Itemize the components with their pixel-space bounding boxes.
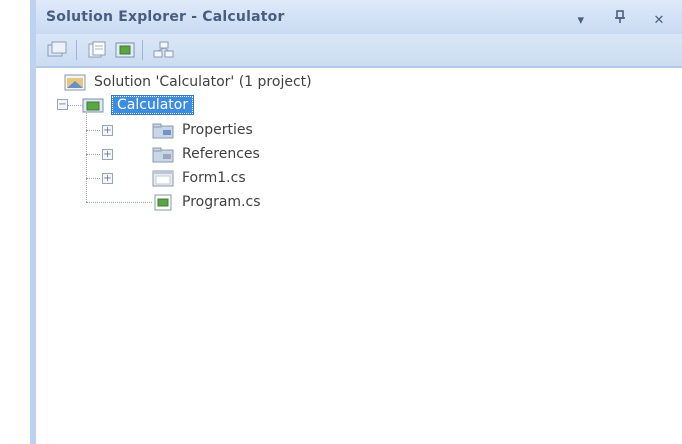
expander-properties[interactable]: + <box>102 125 113 136</box>
show-all-files-button[interactable] <box>86 40 108 60</box>
title-bar-controls: ▾ ✕ <box>556 9 668 29</box>
tree-item-label: Form1.cs <box>182 170 246 186</box>
folder-icon <box>152 123 174 138</box>
tree-connector <box>86 202 152 203</box>
refresh-icon <box>115 42 135 58</box>
tree-connector <box>86 108 87 202</box>
title-bar[interactable]: Solution Explorer - Calculator ▾ ✕ <box>36 0 682 35</box>
tree-connector <box>86 154 100 155</box>
auto-hide-pin-button[interactable] <box>611 10 629 26</box>
window-title: Solution Explorer - Calculator <box>46 9 285 25</box>
expander-references[interactable]: + <box>102 149 113 160</box>
csharp-project-icon <box>82 98 104 112</box>
view-class-diagram-icon <box>153 41 174 58</box>
project-label: Calculator <box>110 95 195 115</box>
tree-item-label: References <box>182 146 260 162</box>
solution-label: Solution 'Calculator' (1 project) <box>94 74 312 90</box>
properties-icon <box>47 41 67 57</box>
tree-connector <box>86 130 100 131</box>
csharp-file-icon <box>154 194 172 210</box>
expander-project[interactable]: − <box>57 99 68 110</box>
refresh-button[interactable] <box>114 40 136 60</box>
toolbar-separator <box>142 40 143 60</box>
tree-item-program[interactable]: Program.cs <box>152 191 261 213</box>
tree-item-label: Program.cs <box>182 194 261 210</box>
references-folder-icon <box>152 147 174 162</box>
show-all-files-icon <box>88 41 106 58</box>
solution-explorer-window: Solution Explorer - Calculator ▾ ✕ Solut… <box>30 0 682 444</box>
tree-item-project[interactable]: Calculator <box>82 94 195 116</box>
pin-icon <box>614 10 625 23</box>
form-file-icon <box>152 170 174 186</box>
properties-button[interactable] <box>46 40 68 60</box>
solution-icon <box>64 74 86 90</box>
expander-form1[interactable]: + <box>102 173 113 184</box>
tree-item-solution[interactable]: Solution 'Calculator' (1 project) <box>64 71 312 93</box>
toolbar <box>36 34 682 67</box>
tree-connector <box>86 178 100 179</box>
view-class-diagram-button[interactable] <box>152 40 174 60</box>
solution-tree: Solution 'Calculator' (1 project) − Calc… <box>36 67 682 444</box>
window-position-dropdown-button[interactable]: ▾ <box>572 13 590 29</box>
tree-item-properties[interactable]: Properties <box>152 119 253 141</box>
close-button[interactable]: ✕ <box>650 13 668 29</box>
tree-item-form1[interactable]: Form1.cs <box>152 167 246 189</box>
tree-item-label: Properties <box>182 122 253 138</box>
tree-item-references[interactable]: References <box>152 143 260 165</box>
toolbar-separator <box>76 40 77 60</box>
